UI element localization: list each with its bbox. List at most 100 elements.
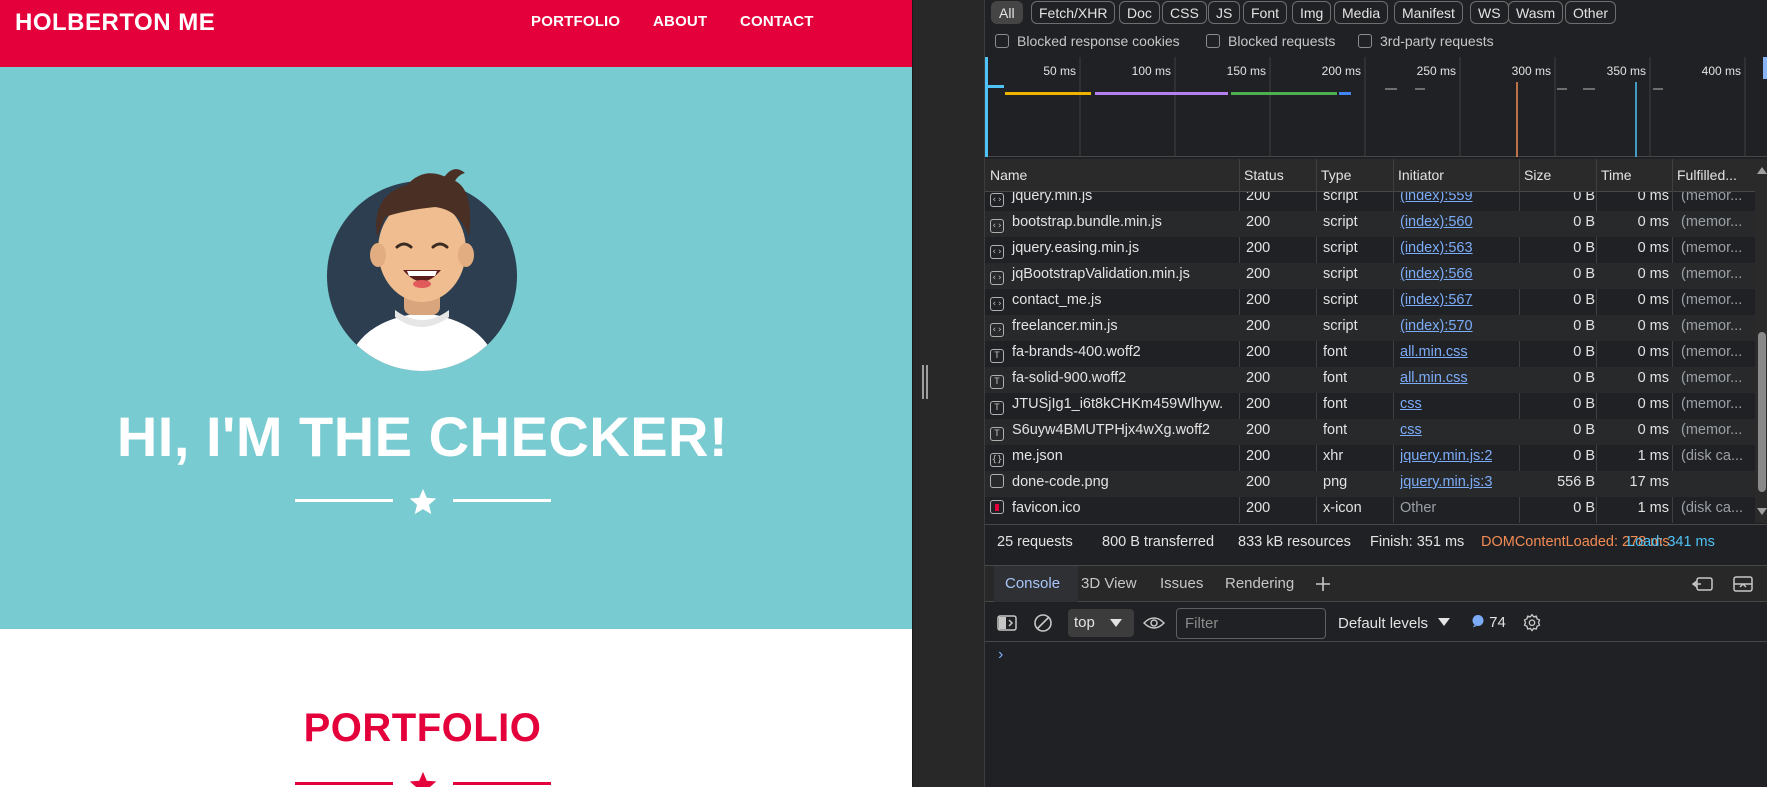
request-initiator[interactable]: (index):567 bbox=[1400, 292, 1473, 308]
timeline-tick: 400 ms bbox=[1702, 64, 1741, 78]
brand-logo[interactable]: HOLBERTON ME bbox=[15, 9, 215, 37]
table-row[interactable]: ‹› bootstrap.bundle.min.js 200 script (index… bbox=[985, 211, 1755, 237]
request-fulfilled: (memor... bbox=[1681, 370, 1743, 386]
console-settings-gear-icon[interactable] bbox=[1522, 613, 1542, 633]
column-type[interactable]: Type bbox=[1321, 167, 1351, 183]
checkbox-blocked-response-cookies[interactable]: Blocked response cookies bbox=[995, 33, 1180, 49]
checkbox-blocked-requests[interactable]: Blocked requests bbox=[1206, 33, 1335, 49]
request-initiator[interactable]: css bbox=[1400, 396, 1422, 412]
request-time: 0 ms bbox=[1637, 214, 1669, 230]
console-filter-input[interactable] bbox=[1176, 608, 1326, 639]
tab-console[interactable]: Console bbox=[1005, 575, 1060, 592]
table-row[interactable]: ‹› jqBootstrapValidation.min.js 200 script (… bbox=[985, 263, 1755, 289]
column-time[interactable]: Time bbox=[1601, 167, 1632, 183]
message-count-badge[interactable]: 74 bbox=[1471, 614, 1506, 631]
filter-img[interactable]: Img bbox=[1292, 1, 1332, 24]
table-row[interactable]: {} me.json 200 xhr jquery.min.js:2 0 B 1 ms (di… bbox=[985, 445, 1755, 471]
filter-css[interactable]: CSS bbox=[1162, 1, 1207, 24]
panel-resize-handle[interactable] bbox=[922, 365, 928, 399]
request-initiator[interactable]: (index):560 bbox=[1400, 214, 1473, 230]
request-fulfilled: (memor... bbox=[1681, 422, 1743, 438]
request-name: favicon.ico bbox=[990, 500, 1223, 516]
script-icon: ‹› bbox=[990, 297, 1004, 311]
request-list-scrollbar[interactable] bbox=[1755, 159, 1767, 523]
table-row[interactable]: ‹› jquery.min.js 200 script (index):559 0 B 0 … bbox=[985, 192, 1755, 211]
filter-ws[interactable]: WS bbox=[1470, 1, 1509, 24]
column-name[interactable]: Name bbox=[990, 167, 1027, 183]
filter-fetch-xhr[interactable]: Fetch/XHR bbox=[1031, 1, 1116, 24]
request-type: script bbox=[1323, 266, 1358, 282]
request-name: ‹› freelancer.min.js bbox=[990, 318, 1223, 337]
request-time: 0 ms bbox=[1637, 396, 1669, 412]
log-levels-dropdown[interactable]: Default levels bbox=[1338, 615, 1451, 632]
timeline-tick: 350 ms bbox=[1607, 64, 1646, 78]
add-tab-icon[interactable] bbox=[1315, 576, 1331, 592]
table-row[interactable]: ‹› jquery.easing.min.js 200 script (index):5… bbox=[985, 237, 1755, 263]
request-initiator[interactable]: all.min.css bbox=[1400, 370, 1468, 386]
clear-console-icon[interactable] bbox=[1033, 613, 1053, 633]
console-prompt-chevron-icon[interactable]: › bbox=[998, 646, 1003, 664]
close-drawer-icon[interactable] bbox=[1733, 576, 1753, 592]
filter-all[interactable]: All bbox=[991, 1, 1023, 24]
table-row[interactable]: ‹› contact_me.js 200 script (index):567 0 B 0 … bbox=[985, 289, 1755, 315]
request-name-text: done-code.png bbox=[1012, 474, 1109, 490]
scroll-down-arrow-icon[interactable] bbox=[1757, 508, 1767, 515]
scroll-thumb[interactable] bbox=[1758, 332, 1766, 492]
table-row[interactable]: ‹› freelancer.min.js 200 script (index):570 0… bbox=[985, 315, 1755, 341]
tab-3d-view[interactable]: 3D View bbox=[1081, 575, 1137, 592]
message-bubble-icon bbox=[1472, 615, 1484, 628]
request-name-text: jqBootstrapValidation.min.js bbox=[1012, 266, 1190, 282]
request-size: 0 B bbox=[1573, 240, 1595, 256]
nav-link-about[interactable]: ABOUT bbox=[653, 13, 707, 30]
dock-side-icon[interactable] bbox=[1692, 576, 1714, 592]
filter-wasm[interactable]: Wasm bbox=[1508, 1, 1564, 24]
request-initiator[interactable]: jquery.min.js:3 bbox=[1400, 474, 1492, 490]
filter-other[interactable]: Other bbox=[1565, 1, 1617, 24]
column-size[interactable]: Size bbox=[1524, 167, 1551, 183]
summary-finish: Finish: 351 ms bbox=[1370, 534, 1465, 550]
filter-media[interactable]: Media bbox=[1334, 1, 1389, 24]
request-size: 0 B bbox=[1573, 500, 1595, 516]
filter-manifest[interactable]: Manifest bbox=[1394, 1, 1463, 24]
live-expression-eye-icon[interactable] bbox=[1143, 615, 1165, 631]
sidebar-toggle-icon[interactable] bbox=[997, 615, 1017, 631]
column-initiator[interactable]: Initiator bbox=[1398, 167, 1444, 183]
request-name-text: favicon.ico bbox=[1012, 500, 1081, 516]
request-initiator[interactable]: (index):566 bbox=[1400, 266, 1473, 282]
star-icon bbox=[409, 771, 437, 787]
filter-js[interactable]: JS bbox=[1208, 1, 1241, 24]
request-initiator[interactable]: jquery.min.js:2 bbox=[1400, 448, 1492, 464]
request-initiator[interactable]: (index):570 bbox=[1400, 318, 1473, 334]
context-selector[interactable]: top bbox=[1068, 609, 1134, 637]
column-fulfilled[interactable]: Fulfilled... bbox=[1677, 167, 1737, 183]
request-status: 200 bbox=[1246, 214, 1271, 230]
checkbox-3rd-party-requests[interactable]: 3rd-party requests bbox=[1358, 33, 1494, 49]
table-row[interactable]: favicon.ico 200 x-icon Other 0 B 1 ms (disk ca… bbox=[985, 497, 1755, 523]
nav-link-contact[interactable]: CONTACT bbox=[740, 13, 814, 30]
font-icon: T bbox=[990, 427, 1004, 441]
request-size: 0 B bbox=[1573, 422, 1595, 438]
tab-issues[interactable]: Issues bbox=[1160, 575, 1203, 592]
request-fulfilled: (memor... bbox=[1681, 318, 1743, 334]
tab-rendering[interactable]: Rendering bbox=[1225, 575, 1294, 592]
request-initiator[interactable]: all.min.css bbox=[1400, 344, 1468, 360]
message-count: 74 bbox=[1489, 614, 1506, 631]
table-row[interactable]: T S6uyw4BMUTPHjx4wXg.woff2 200 font css 0 B 0 … bbox=[985, 419, 1755, 445]
request-initiator[interactable]: (index):563 bbox=[1400, 240, 1473, 256]
request-initiator[interactable]: css bbox=[1400, 422, 1422, 438]
request-type: script bbox=[1323, 240, 1358, 256]
network-summary-bar: 25 requests 800 B transferred 833 kB res… bbox=[985, 524, 1767, 560]
table-row[interactable]: Tfa-solid-900.woff2 200 font all.min.css 0 B… bbox=[985, 367, 1755, 393]
nav-link-portfolio[interactable]: PORTFOLIO bbox=[531, 13, 620, 30]
request-initiator[interactable]: (index):559 bbox=[1400, 192, 1473, 204]
scroll-up-arrow-icon[interactable] bbox=[1757, 167, 1767, 174]
checkbox-label: Blocked requests bbox=[1228, 33, 1336, 49]
network-overview-timeline[interactable]: 50 ms 100 ms 150 ms 200 ms 250 ms 300 ms… bbox=[985, 57, 1767, 157]
table-row[interactable]: Tfa-brands-400.woff2 200 font all.min.css 0 … bbox=[985, 341, 1755, 367]
request-status: 200 bbox=[1246, 344, 1271, 360]
filter-font[interactable]: Font bbox=[1243, 1, 1288, 24]
table-row[interactable]: done-code.png 200 png jquery.min.js:3 556 B 1… bbox=[985, 471, 1755, 497]
filter-doc[interactable]: Doc bbox=[1119, 1, 1160, 24]
table-row[interactable]: T JTUSjIg1_i6t8kCHKm459Wlhyw.... 200 font cs… bbox=[985, 393, 1755, 419]
column-status[interactable]: Status bbox=[1244, 167, 1284, 183]
